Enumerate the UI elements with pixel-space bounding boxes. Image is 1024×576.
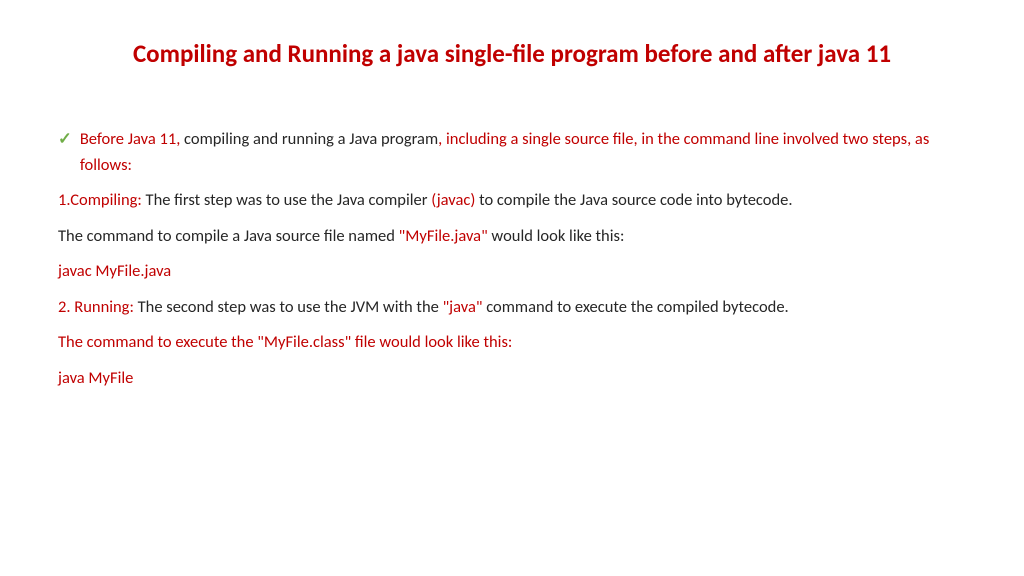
bullet-text: Before Java 11, compiling and running a … (80, 127, 966, 178)
text-span: Running: (74, 297, 134, 317)
text-span: "java" (443, 297, 483, 317)
command-line: java MyFile (58, 366, 966, 392)
paragraph: 2. Running: The second step was to use t… (58, 295, 966, 321)
paragraph: The command to compile a Java source fil… (58, 224, 966, 250)
text-span: 2. (58, 297, 74, 317)
text-span: command to execute the compiled bytecode… (482, 297, 788, 317)
checkmark-icon: ✓ (58, 127, 72, 178)
command-line: javac MyFile.java (58, 259, 966, 285)
text-span: Compiling: (70, 190, 142, 210)
slide-content: ✓ Before Java 11, compiling and running … (58, 127, 966, 392)
bullet-item: ✓ Before Java 11, compiling and running … (58, 127, 966, 178)
text-span: would look like this: (488, 226, 625, 246)
text-span: "MyFile.java" (399, 226, 488, 246)
paragraph: 1.Compiling: The first step was to use t… (58, 188, 966, 214)
text-span: Before Java 11, (80, 129, 180, 149)
text-span: The second step was to use the JVM with … (134, 297, 443, 317)
text-span: to compile the Java source code into byt… (475, 190, 792, 210)
paragraph: The command to execute the "MyFile.class… (58, 330, 966, 356)
text-span: (javac) (431, 190, 475, 210)
slide-title: Compiling and Running a java single-file… (58, 38, 966, 69)
text-span: The command to compile a Java source fil… (58, 226, 399, 246)
text-span: compiling and running a Java program (180, 129, 438, 149)
text-span: The first step was to use the Java compi… (142, 190, 431, 210)
text-span: 1. (58, 190, 70, 210)
